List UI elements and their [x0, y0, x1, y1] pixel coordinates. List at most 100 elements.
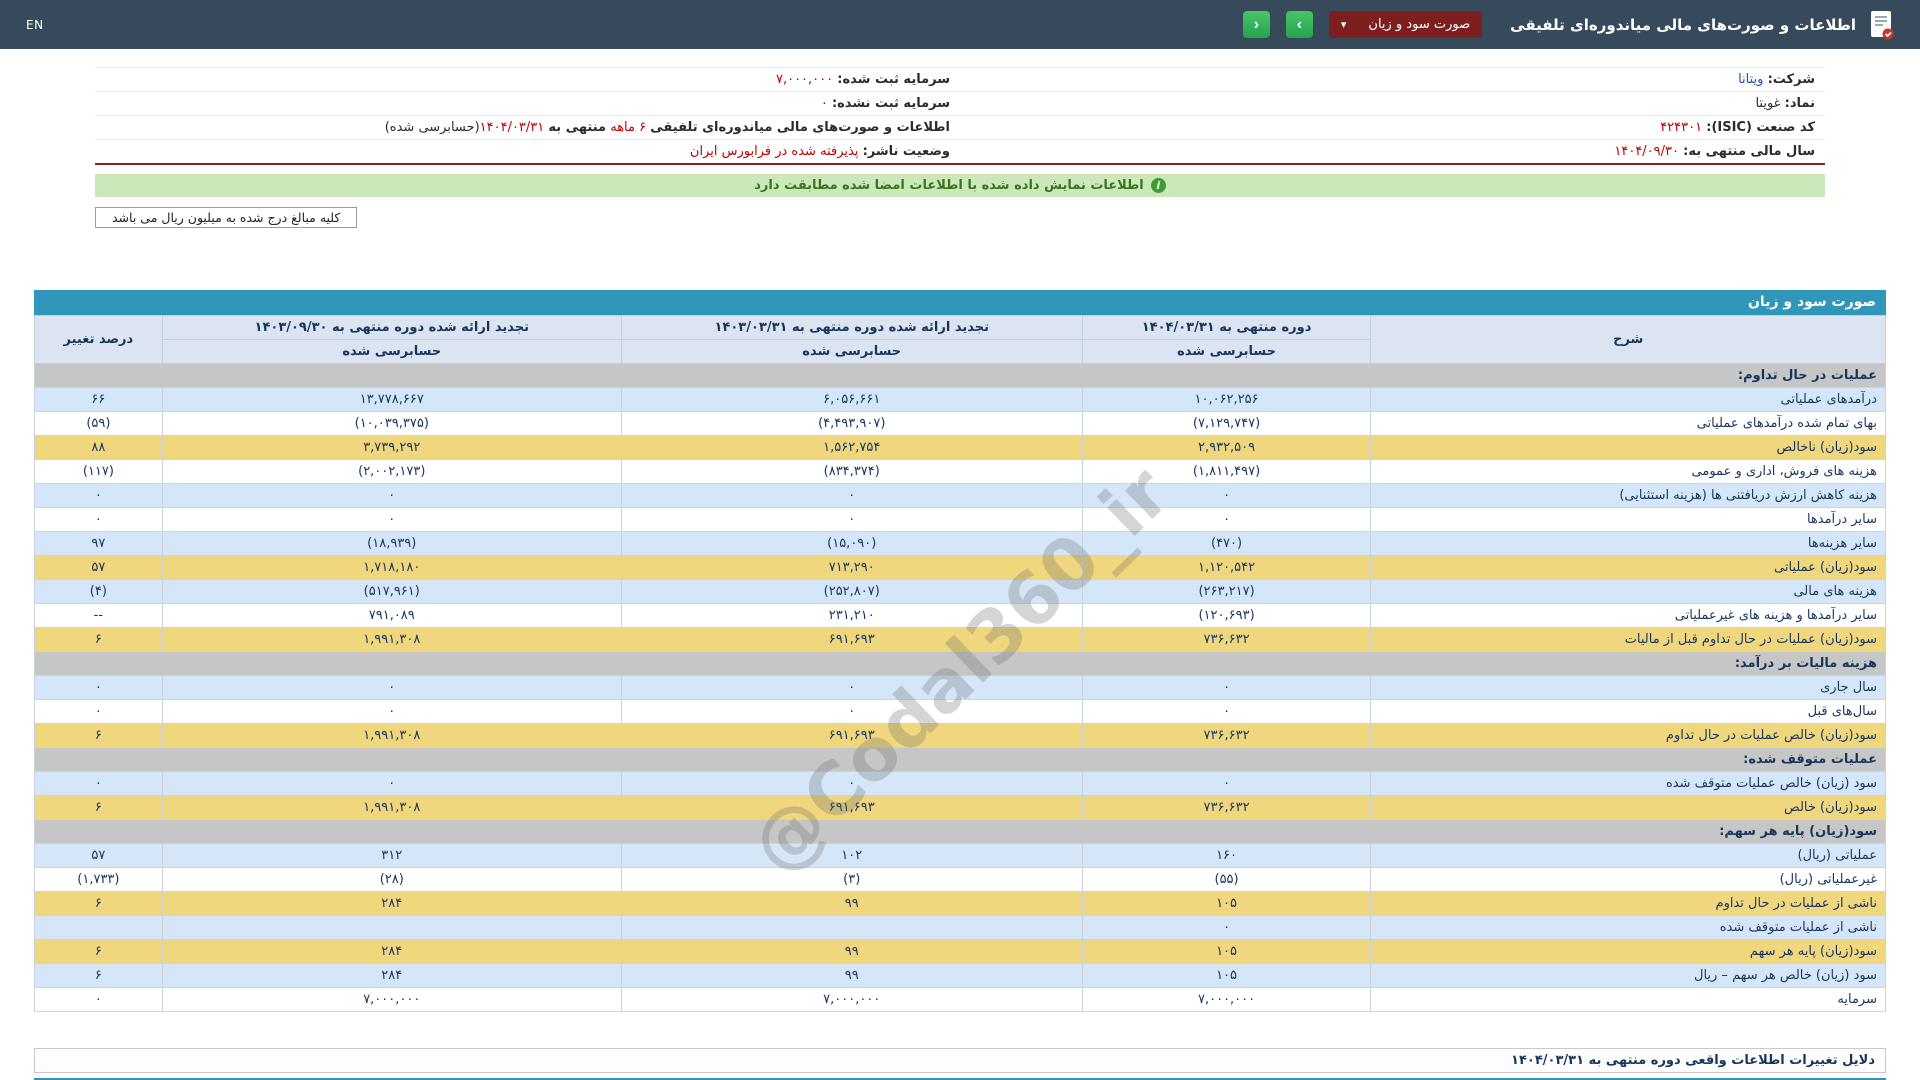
value-cell: ۲۸۴	[162, 964, 621, 988]
value-cell: ۷,۰۰۰,۰۰۰	[621, 988, 1082, 1012]
statement-row: درآمدهای عملیاتی۱۰,۰۶۲,۲۵۶۶,۰۵۶,۶۶۱۱۳,۷۷…	[35, 388, 1886, 412]
row-label: سال‌های قبل	[1371, 700, 1886, 724]
value-cell: ۹۹	[621, 892, 1082, 916]
income-statement-title-bar: صورت سود و زیان	[34, 290, 1886, 315]
value-cell: ۷۳۶,۶۳۲	[1082, 628, 1371, 652]
col-header-period-current: دوره منتهی به ۱۴۰۴/۰۳/۳۱	[1082, 316, 1371, 340]
value-cell: ۰	[35, 676, 163, 700]
row-label: درآمدهای عملیاتی	[1371, 388, 1886, 412]
value-cell: ۷۳۶,۶۳۲	[1082, 796, 1371, 820]
statement-row: عملیاتی (ریال)۱۶۰۱۰۲۳۱۲۵۷	[35, 844, 1886, 868]
value-cell: ۶	[35, 628, 163, 652]
value-cell: (۸۳۴,۳۷۴)	[621, 460, 1082, 484]
income-statement-section: صورت سود و زیان شرح دوره منتهی به ۱۴۰۴/۰…	[34, 290, 1886, 1012]
statement-row: سایر هزینه‌ها(۴۷۰)(۱۵,۰۹۰)(۱۸,۹۳۹)۹۷	[35, 532, 1886, 556]
value-cell: --	[35, 604, 163, 628]
value-cell: ۰	[35, 772, 163, 796]
publisher-status-field: وضعیت ناشر: پذیرفته شده در فرابورس ایران	[95, 140, 960, 163]
company-value[interactable]: ویتانا	[1738, 72, 1763, 87]
info-icon: i	[1151, 178, 1166, 193]
value-cell: (۴)	[35, 580, 163, 604]
section-label: عملیات در حال تداوم:	[35, 364, 1886, 388]
value-cell: ۵۷	[35, 556, 163, 580]
top-bar: اطلاعات و صورت‌های مالی میاندوره‌ای تلفی…	[0, 0, 1920, 49]
value-cell: ۶۹۱,۶۹۳	[621, 628, 1082, 652]
value-cell: ۱,۱۲۰,۵۴۲	[1082, 556, 1371, 580]
company-info-table: شرکت: ویتانا سرمایه ثبت شده: ۷,۰۰۰,۰۰۰ ن…	[95, 67, 1825, 165]
value-cell: ۶۹۱,۶۹۳	[621, 724, 1082, 748]
value-cell: ۰	[162, 700, 621, 724]
row-label: سود(زیان) ناخالص	[1371, 436, 1886, 460]
value-cell: ۱۰۲	[621, 844, 1082, 868]
row-label: هزینه های فروش، اداری و عمومی	[1371, 460, 1886, 484]
statement-row: سود(زیان) عملیاتی۱,۱۲۰,۵۴۲۷۱۳,۲۹۰۱,۷۱۸,۱…	[35, 556, 1886, 580]
value-cell: ۶,۰۵۶,۶۶۱	[621, 388, 1082, 412]
company-field: شرکت: ویتانا	[960, 68, 1825, 91]
unit-note-row: کلیه مبالغ درج شده به میلیون ریال می باش…	[95, 207, 1825, 228]
value-cell: ۱۰,۰۶۲,۲۵۶	[1082, 388, 1371, 412]
statement-row: سایر درآمدها۰۰۰۰	[35, 508, 1886, 532]
value-cell: (۱۸,۹۳۹)	[162, 532, 621, 556]
statement-row: سرمایه۷,۰۰۰,۰۰۰۷,۰۰۰,۰۰۰۷,۰۰۰,۰۰۰۰	[35, 988, 1886, 1012]
value-cell	[162, 916, 621, 940]
unregistered-capital-label: سرمایه ثبت نشده:	[832, 96, 950, 111]
value-cell: ۷,۰۰۰,۰۰۰	[1082, 988, 1371, 1012]
value-cell: ۹۷	[35, 532, 163, 556]
statement-row: هزینه های فروش، اداری و عمومی(۱,۸۱۱,۴۹۷)…	[35, 460, 1886, 484]
language-switch-link[interactable]: EN	[26, 18, 44, 32]
publisher-status-label: وضعیت ناشر:	[863, 144, 950, 159]
row-label: بهای تمام شده درآمدهای عملیاتی	[1371, 412, 1886, 436]
value-cell: (۵۹)	[35, 412, 163, 436]
report-description-field: اطلاعات و صورت‌های مالی میاندوره‌ای تلفی…	[95, 116, 960, 139]
value-cell: ۰	[35, 484, 163, 508]
value-cell: ۱,۹۹۱,۳۰۸	[162, 796, 621, 820]
value-cell: (۵۵)	[1082, 868, 1371, 892]
value-cell: ۶	[35, 940, 163, 964]
value-cell: (۱۲۰,۶۹۳)	[1082, 604, 1371, 628]
col-header-period-restated-2: تجدید ارائه شده دوره منتهی به ۱۴۰۳/۰۹/۳۰	[162, 316, 621, 340]
statement-type-dropdown[interactable]: صورت سود و زیان ▾	[1329, 11, 1482, 38]
value-cell: ۰	[35, 988, 163, 1012]
value-cell: ۹۹	[621, 940, 1082, 964]
income-statement-header: شرح دوره منتهی به ۱۴۰۴/۰۳/۳۱ تجدید ارائه…	[35, 316, 1886, 364]
value-cell: (۱,۷۳۳)	[35, 868, 163, 892]
value-cell: ۰	[621, 676, 1082, 700]
isic-field: کد صنعت (ISIC): ۴۲۴۳۰۱	[960, 116, 1825, 139]
value-cell: ۰	[1082, 508, 1371, 532]
statement-row: سال جاری۰۰۰۰	[35, 676, 1886, 700]
next-statement-button[interactable]: ›	[1286, 11, 1313, 38]
page-title: اطلاعات و صورت‌های مالی میاندوره‌ای تلفی…	[1510, 16, 1856, 34]
statement-row: سال‌های قبل۰۰۰۰	[35, 700, 1886, 724]
value-cell: (۴۷۰)	[1082, 532, 1371, 556]
value-cell: ۰	[1082, 772, 1371, 796]
isic-value: ۴۲۴۳۰۱	[1660, 120, 1702, 135]
info-row: سال مالی منتهی به: ۱۴۰۴/۰۹/۳۰ وضعیت ناشر…	[95, 140, 1825, 163]
value-cell: ۰	[35, 700, 163, 724]
registered-capital-value: ۷,۰۰۰,۰۰۰	[776, 72, 833, 87]
unregistered-capital-field: سرمایه ثبت نشده: ۰	[95, 92, 960, 115]
statement-row: ناشی از عملیات متوقف شده۰	[35, 916, 1886, 940]
registered-capital-label: سرمایه ثبت شده:	[837, 72, 950, 87]
prev-statement-button[interactable]: ‹	[1243, 11, 1270, 38]
statement-row: سایر درآمدها و هزینه های غیرعملیاتی(۱۲۰,…	[35, 604, 1886, 628]
statement-section-row: سود(زیان) پایه هر سهم:	[35, 820, 1886, 844]
value-cell	[621, 916, 1082, 940]
row-label: سود(زیان) عملیاتی	[1371, 556, 1886, 580]
value-cell: ۰	[162, 508, 621, 532]
value-cell: ۶۶	[35, 388, 163, 412]
col-subheader-audited: حسابرسی شده	[621, 340, 1082, 364]
statement-row: ناشی از عملیات در حال تداوم۱۰۵۹۹۲۸۴۶	[35, 892, 1886, 916]
value-cell: ۸۸	[35, 436, 163, 460]
value-cell: ۷,۰۰۰,۰۰۰	[162, 988, 621, 1012]
value-cell: ۷۳۶,۶۳۲	[1082, 724, 1371, 748]
row-label: سایر درآمدها و هزینه های غیرعملیاتی	[1371, 604, 1886, 628]
value-cell: ۵۷	[35, 844, 163, 868]
value-cell: ۶	[35, 964, 163, 988]
value-cell: ۰	[621, 772, 1082, 796]
value-cell: (۷,۱۲۹,۷۴۷)	[1082, 412, 1371, 436]
value-cell: ۰	[1082, 484, 1371, 508]
registered-capital-field: سرمایه ثبت شده: ۷,۰۰۰,۰۰۰	[95, 68, 960, 91]
report-icon	[1868, 10, 1894, 40]
value-cell: (۲,۰۰۲,۱۷۳)	[162, 460, 621, 484]
row-label: سود(زیان) خالص	[1371, 796, 1886, 820]
